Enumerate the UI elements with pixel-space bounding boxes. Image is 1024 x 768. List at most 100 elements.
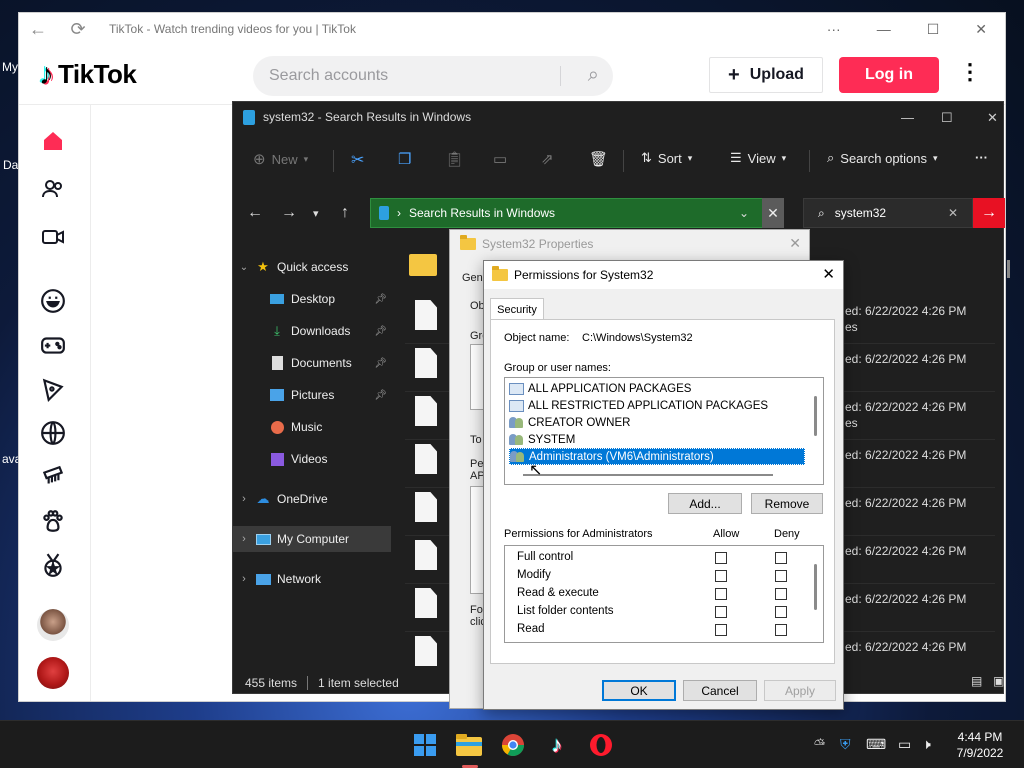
more-menu-icon[interactable]: ⋮ — [959, 59, 981, 85]
nav-item-onedrive[interactable]: › ☁ OneDrive — [233, 486, 391, 512]
animals-icon[interactable] — [37, 505, 69, 537]
tiles-view-icon[interactable]: ▣ — [993, 674, 1004, 688]
chrome-icon[interactable] — [500, 733, 526, 757]
minimize-icon[interactable]: — — [877, 21, 891, 38]
scrollbar[interactable] — [1007, 260, 1010, 278]
list-item[interactable]: ALL APPLICATION PACKAGES — [509, 380, 805, 397]
refresh-icon[interactable]: ⟳ — [69, 19, 87, 40]
system-clock[interactable]: 4:44 PM 7/9/2022 — [950, 729, 1010, 761]
nav-item-music[interactable]: Music — [233, 414, 391, 440]
close-icon[interactable]: ✕ — [987, 110, 998, 126]
minimize-icon[interactable]: — — [901, 110, 914, 125]
new-button[interactable]: ⊕ New ▾ — [253, 150, 308, 168]
share-button[interactable]: ⇗ — [541, 150, 554, 168]
add-button[interactable]: Add... — [668, 493, 742, 514]
paste-button[interactable]: 📋︎ — [445, 150, 464, 168]
nav-item-downloads[interactable]: ⤓ Downloads 📌︎ — [233, 318, 391, 344]
sort-button[interactable]: ⇅ Sort ▾ — [641, 150, 692, 166]
permission-list[interactable] — [470, 486, 484, 594]
folder-icon[interactable] — [409, 254, 437, 276]
up-icon[interactable]: ↑ — [341, 204, 349, 222]
details-view-icon[interactable]: ▤ — [971, 674, 982, 688]
close-icon[interactable]: ✕ — [822, 265, 835, 283]
close-icon[interactable]: ✕ — [975, 21, 987, 38]
windows-start-icon[interactable] — [412, 733, 438, 757]
achievement-icon[interactable] — [37, 549, 69, 581]
file-explorer-icon[interactable] — [456, 733, 482, 757]
address-bar[interactable]: › Search Results in Windows ⌄ ✕ — [370, 198, 784, 228]
allow-checkbox[interactable] — [715, 552, 727, 564]
horizontal-scrollbar[interactable] — [523, 474, 773, 476]
nav-item-network[interactable]: › Network — [233, 566, 391, 592]
list-item[interactable]: SYSTEM — [509, 431, 805, 448]
gaming-icon[interactable] — [37, 329, 69, 361]
sports-icon[interactable] — [37, 417, 69, 449]
group-list[interactable]: ALL APPLICATION PACKAGES ALL RESTRICTED … — [504, 377, 824, 485]
more-icon[interactable]: ··· — [975, 150, 988, 165]
volume-icon[interactable]: 🕨︎ — [922, 736, 931, 753]
cut-button[interactable]: ✂ — [351, 150, 364, 170]
tab-general[interactable]: Gen — [462, 272, 483, 284]
tab-security[interactable]: Security — [490, 298, 544, 320]
cancel-button[interactable]: Cancel — [683, 680, 757, 701]
allow-checkbox[interactable] — [715, 642, 727, 643]
following-icon[interactable] — [37, 173, 69, 205]
group-list[interactable] — [470, 344, 484, 410]
tiktok-icon[interactable]: ♪ — [544, 732, 570, 757]
maximize-icon[interactable]: ☐ — [941, 110, 953, 126]
search-icon[interactable]: ⌕ — [588, 64, 599, 87]
nav-item-desktop[interactable]: Desktop 📌︎ — [233, 286, 391, 312]
scrollbar[interactable] — [814, 564, 817, 610]
view-button[interactable]: ☰ View ▾ — [730, 150, 786, 166]
comedy-icon[interactable] — [37, 285, 69, 317]
nav-item-my-computer[interactable]: › My Computer — [233, 526, 391, 552]
maximize-icon[interactable]: ☐ — [927, 21, 940, 38]
nav-item-pictures[interactable]: Pictures 📌︎ — [233, 382, 391, 408]
back-icon[interactable]: ← — [29, 19, 47, 40]
recent-chevron-icon[interactable]: ▾ — [313, 207, 319, 220]
scrollbar[interactable] — [814, 396, 817, 436]
copy-button[interactable]: ❐ — [398, 150, 411, 168]
remove-button[interactable]: Remove — [751, 493, 823, 514]
delete-button[interactable]: 🗑︎ — [589, 150, 608, 168]
network-status-icon[interactable]: ⛅︎ — [814, 736, 825, 753]
allow-checkbox[interactable] — [715, 588, 727, 600]
keyboard-icon[interactable]: ⌨ — [866, 736, 886, 753]
rename-button[interactable]: ▭ — [493, 150, 507, 168]
allow-checkbox[interactable] — [715, 570, 727, 582]
nav-item-documents[interactable]: Documents 📌︎ — [233, 350, 391, 376]
clear-search-icon[interactable]: ✕ — [948, 206, 958, 220]
search-input[interactable]: ⌕ system32 ✕ — [803, 198, 973, 228]
allow-checkbox[interactable] — [715, 624, 727, 636]
search-go-button[interactable]: → — [973, 198, 1005, 228]
display-icon[interactable]: ▭ — [898, 736, 911, 753]
search-accounts-input[interactable]: Search accounts ⌕ — [253, 56, 613, 96]
more-options-icon[interactable]: ··· — [827, 21, 841, 38]
food-icon[interactable] — [37, 373, 69, 405]
beauty-icon[interactable] — [37, 461, 69, 493]
home-icon[interactable] — [37, 125, 69, 157]
nav-item-videos[interactable]: Videos — [233, 446, 391, 472]
avatar[interactable] — [37, 609, 69, 641]
back-icon[interactable]: ← — [247, 204, 263, 222]
clear-address-icon[interactable]: ✕ — [762, 198, 784, 228]
security-shield-icon[interactable]: ⛨ — [840, 736, 851, 753]
apply-button[interactable]: Apply — [764, 680, 836, 701]
deny-checkbox[interactable] — [775, 624, 787, 636]
tiktok-logo[interactable]: ♪ TikTok — [39, 59, 137, 90]
close-icon[interactable]: ✕ — [789, 235, 801, 252]
list-item[interactable]: ALL RESTRICTED APPLICATION PACKAGES — [509, 397, 805, 414]
login-button[interactable]: Log in — [839, 57, 939, 93]
forward-icon[interactable]: → — [281, 204, 297, 222]
upload-button[interactable]: + Upload — [709, 57, 823, 93]
nav-item-quick-access[interactable]: ⌄ ★ Quick access — [233, 254, 391, 280]
avatar[interactable] — [37, 657, 69, 689]
list-item-selected[interactable]: Administrators (VM6\Administrators) — [509, 448, 805, 465]
deny-checkbox[interactable] — [775, 642, 787, 643]
deny-checkbox[interactable] — [775, 570, 787, 582]
chevron-down-icon[interactable]: ⌄ — [739, 206, 749, 220]
deny-checkbox[interactable] — [775, 552, 787, 564]
list-item[interactable]: CREATOR OWNER — [509, 414, 805, 431]
live-icon[interactable] — [37, 221, 69, 253]
opera-icon[interactable] — [588, 733, 614, 757]
